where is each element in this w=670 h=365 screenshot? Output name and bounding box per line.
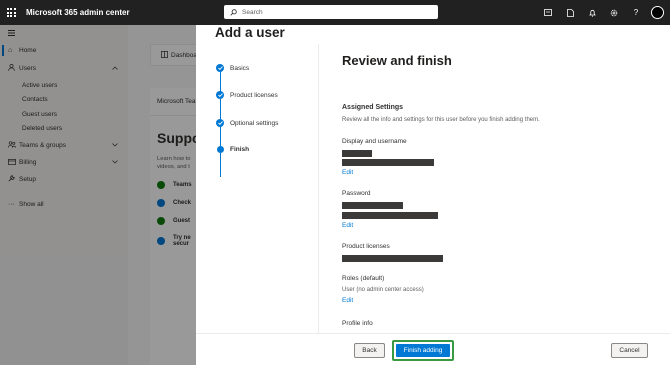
search-placeholder: Search — [242, 8, 263, 16]
product-licenses-label: Product licenses — [342, 243, 390, 250]
assigned-settings-desc: Review all the info and settings for thi… — [342, 117, 540, 123]
redacted-password-info — [342, 212, 438, 219]
current-step-dot-icon — [216, 146, 224, 153]
avatar[interactable] — [651, 6, 664, 19]
panel-footer: Back Finish adding Cancel — [196, 333, 670, 365]
step-connector — [219, 71, 221, 93]
check-icon — [216, 91, 224, 99]
help-icon[interactable]: ? — [625, 0, 647, 25]
bell-icon[interactable] — [581, 0, 603, 25]
password-label: Password — [342, 190, 371, 197]
redacted-username — [342, 159, 434, 166]
redacted-display-name — [342, 150, 372, 157]
step-label: Optional settings — [230, 119, 279, 127]
step-product-licenses[interactable]: Product licenses — [216, 91, 278, 99]
document-icon[interactable] — [559, 0, 581, 25]
profile-info-label: Profile info — [342, 320, 373, 327]
step-basics[interactable]: Basics — [216, 64, 249, 72]
page-title: Review and finish — [342, 53, 452, 68]
step-label: Basics — [230, 64, 250, 72]
screen-icon[interactable] — [537, 0, 559, 25]
roles-label: Roles (default) — [342, 275, 385, 282]
modal-overlay[interactable] — [0, 25, 196, 365]
step-finish[interactable]: Finish — [216, 146, 249, 153]
display-username-label: Display and username — [342, 138, 407, 145]
edit-display-link[interactable]: Edit — [342, 169, 353, 176]
roles-value: User (no admin center access) — [342, 287, 424, 293]
step-connector — [219, 153, 221, 177]
review-content: Review and finish Assigned Settings Revi… — [342, 44, 642, 339]
wizard-steps: Basics Product licenses Optional setting… — [196, 44, 319, 357]
step-optional-settings[interactable]: Optional settings — [216, 119, 278, 127]
top-bar: Microsoft 365 admin center Search ? — [0, 0, 670, 25]
panel-title: Add a user — [215, 25, 285, 40]
redacted-licenses — [342, 255, 443, 262]
assigned-settings-title: Assigned Settings — [342, 104, 404, 111]
app-launcher-icon[interactable] — [0, 0, 22, 25]
back-button[interactable]: Back — [354, 343, 385, 358]
check-icon — [216, 64, 224, 72]
search-input[interactable]: Search — [224, 5, 438, 19]
step-connector — [219, 126, 221, 148]
step-label: Product licenses — [230, 91, 278, 99]
gear-icon[interactable] — [603, 0, 625, 25]
search-icon — [230, 8, 237, 16]
step-connector — [219, 99, 221, 120]
edit-password-link[interactable]: Edit — [342, 222, 353, 229]
step-label: Finish — [230, 146, 250, 153]
redacted-password — [342, 202, 403, 209]
finish-button-highlight: Finish adding — [392, 340, 454, 361]
add-user-panel: Add a user Basics Product licenses Optio… — [196, 25, 670, 365]
app-title[interactable]: Microsoft 365 admin center — [26, 8, 130, 17]
finish-adding-button[interactable]: Finish adding — [395, 343, 451, 358]
cancel-button[interactable]: Cancel — [611, 343, 648, 358]
edit-roles-link[interactable]: Edit — [342, 297, 353, 304]
check-icon — [216, 119, 224, 127]
